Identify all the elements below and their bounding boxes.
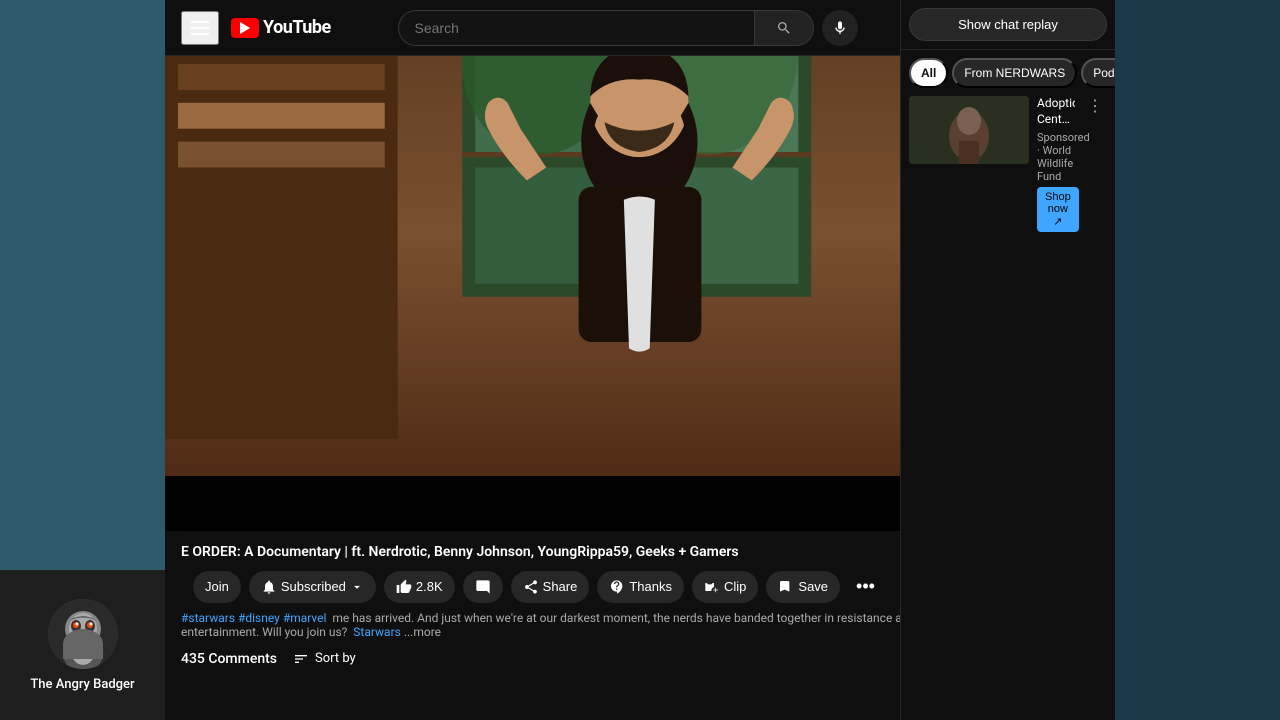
more-button[interactable]: ••• bbox=[848, 572, 883, 601]
channel-avatar[interactable] bbox=[48, 599, 118, 669]
share-button[interactable]: Share bbox=[511, 571, 590, 603]
subscribed-button[interactable]: Subscribed bbox=[249, 571, 376, 603]
rec-info: Adoption Center Is Now Open Sponsored · … bbox=[1037, 96, 1075, 232]
search-icon bbox=[776, 20, 792, 36]
channel-name: The Angry Badger bbox=[30, 677, 134, 692]
comment-icon bbox=[475, 579, 491, 595]
mic-icon bbox=[832, 20, 848, 36]
right-outer-panel bbox=[1115, 0, 1280, 720]
filter-tab-nerdwars[interactable]: From NERDWARS bbox=[952, 58, 1077, 88]
search-button[interactable] bbox=[754, 10, 814, 46]
comment-button[interactable] bbox=[463, 571, 503, 603]
filter-tabs: All From NERDWARS Podcasts Related › bbox=[901, 50, 1115, 88]
rec-title: Adoption Center Is Now Open bbox=[1037, 96, 1075, 127]
join-button[interactable]: Join bbox=[193, 571, 241, 603]
sort-icon bbox=[293, 651, 309, 667]
comments-count: 435 Comments bbox=[181, 651, 277, 667]
starwars-link[interactable]: Starwars bbox=[353, 625, 401, 639]
sort-by-button[interactable]: Sort by bbox=[293, 651, 356, 667]
chevron-down-icon bbox=[350, 580, 364, 594]
search-input[interactable] bbox=[398, 10, 754, 46]
right-content-panel: Show chat replay All From NERDWARS Podca… bbox=[900, 0, 1115, 720]
rec-thumb-content bbox=[909, 96, 1029, 164]
rec-thumb-image bbox=[909, 96, 1029, 164]
avatar-svg bbox=[48, 599, 118, 669]
save-icon bbox=[778, 579, 794, 595]
youtube-logo[interactable]: YouTube bbox=[231, 17, 331, 38]
save-button[interactable]: Save bbox=[766, 571, 840, 603]
header-left: YouTube bbox=[181, 11, 331, 45]
filter-tab-all[interactable]: All bbox=[909, 58, 948, 88]
thanks-button[interactable]: Thanks bbox=[597, 571, 684, 603]
filter-tab-podcasts[interactable]: Podcasts bbox=[1081, 58, 1115, 88]
clip-icon bbox=[704, 579, 720, 595]
video-tags: #starwars #disney #marvel bbox=[181, 611, 326, 625]
rec-sponsored: Sponsored · World Wildlife Fund bbox=[1037, 131, 1075, 183]
shop-now-button[interactable]: Shop now ↗ bbox=[1037, 187, 1079, 232]
bell-small-icon bbox=[261, 579, 277, 595]
search-area bbox=[398, 10, 858, 46]
yt-logo-text: YouTube bbox=[263, 17, 331, 38]
clip-button[interactable]: Clip bbox=[692, 571, 758, 603]
rec-thumbnail bbox=[909, 96, 1029, 164]
mic-button[interactable] bbox=[822, 10, 858, 46]
show-more[interactable]: ...more bbox=[404, 625, 441, 639]
thumbs-up-icon bbox=[396, 579, 412, 595]
yt-logo-icon bbox=[231, 18, 259, 38]
rec-more-button[interactable]: ⋮ bbox=[1083, 96, 1107, 116]
recommended-card[interactable]: Adoption Center Is Now Open Sponsored · … bbox=[901, 88, 1115, 240]
share-icon bbox=[523, 579, 539, 595]
like-button[interactable]: 2.8K bbox=[384, 571, 455, 603]
show-chat-replay-button[interactable]: Show chat replay bbox=[909, 8, 1107, 41]
channel-info-overlay: The Angry Badger bbox=[0, 570, 165, 720]
thanks-icon bbox=[609, 579, 625, 595]
chat-header: Show chat replay bbox=[901, 0, 1115, 50]
menu-button[interactable] bbox=[181, 11, 219, 45]
channel-avatar-image bbox=[48, 599, 118, 669]
